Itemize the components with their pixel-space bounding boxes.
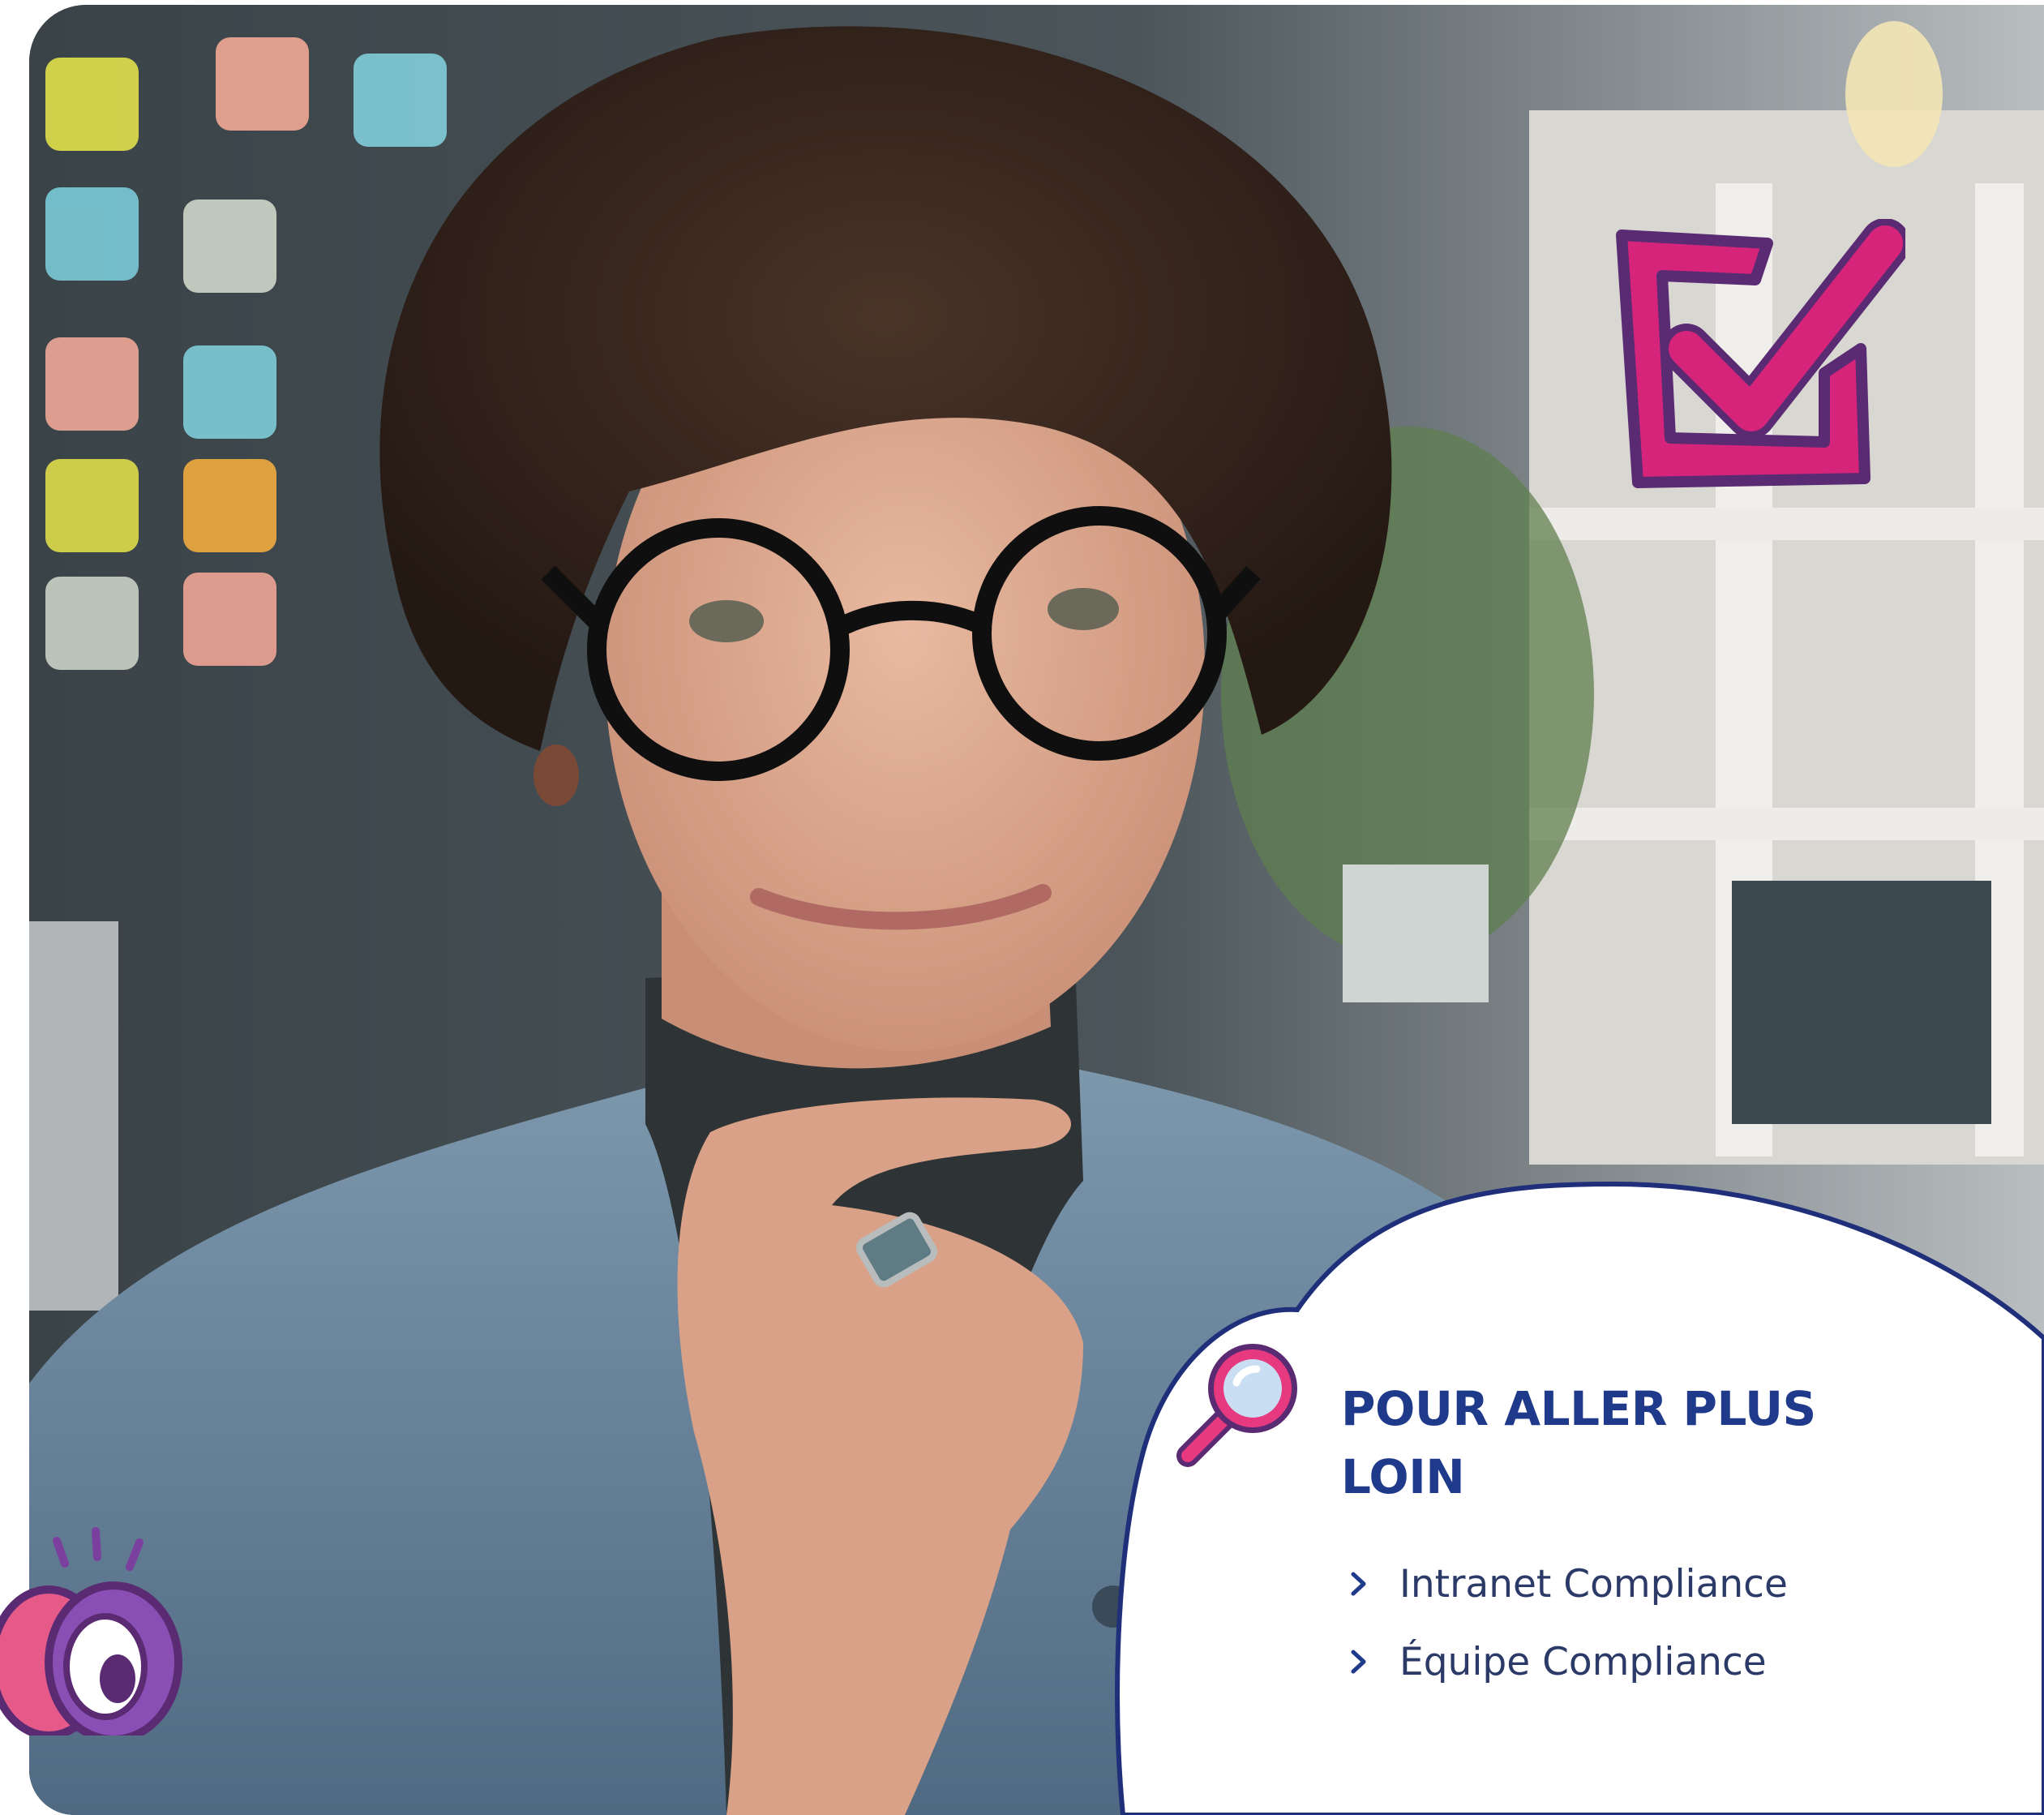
link-label[interactable]: Équipe Compliance [1399,1640,1767,1684]
link-list: Intranet Compliance Équipe Compliance [1346,1545,1788,1701]
magnifier-icon [1176,1344,1297,1467]
checkbox-check-icon [1616,219,1905,488]
link-equipe-compliance[interactable]: Équipe Compliance [1346,1623,1788,1701]
info-title: POUR ALLER PLUS LOIN [1341,1381,1816,1504]
link-intranet-compliance[interactable]: Intranet Compliance [1346,1545,1788,1623]
binoculars-icon [0,1527,182,1736]
link-label[interactable]: Intranet Compliance [1399,1562,1788,1607]
chevron-right-icon [1351,1650,1366,1674]
chevron-right-icon [1351,1572,1366,1596]
